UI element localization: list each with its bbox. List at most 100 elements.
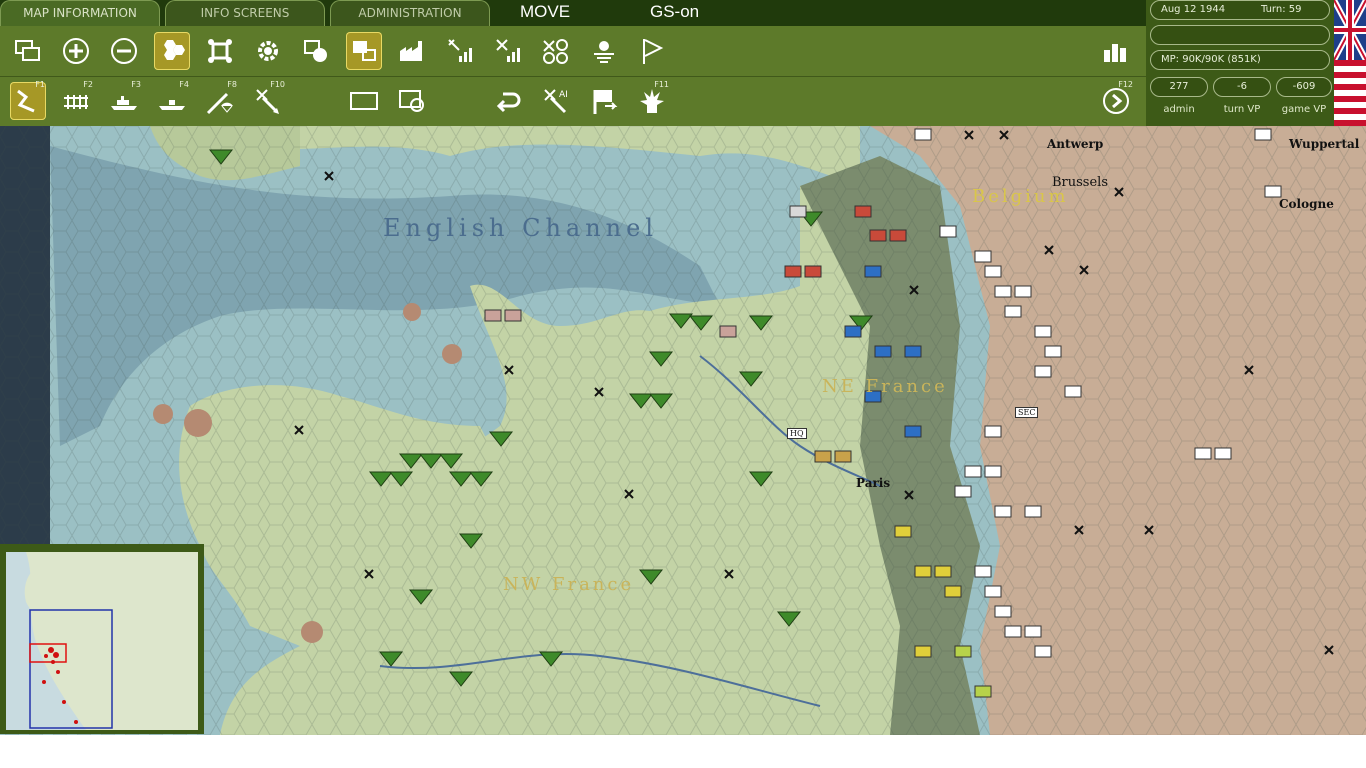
flag-end-icon: [593, 90, 618, 114]
ai-label: AI: [559, 90, 568, 100]
minimap[interactable]: [0, 544, 204, 734]
air-strength-button[interactable]: [442, 32, 478, 70]
rectangle-icon: [350, 92, 378, 110]
f8-key-label: F8: [227, 80, 237, 89]
admin-value: 277: [1169, 81, 1189, 92]
label-antwerp: Antwerp: [1047, 137, 1104, 151]
label-english-channel: English Channel: [383, 214, 659, 242]
transport-ship-icon: [159, 100, 185, 110]
amphibious-button[interactable]: F4: [154, 80, 190, 120]
bottom-blank-area: [0, 735, 1366, 768]
naval-move-button[interactable]: F3: [106, 80, 142, 120]
tab-administration[interactable]: ADMINISTRATION: [330, 0, 490, 26]
rail-move-button[interactable]: F2: [58, 80, 94, 120]
zoom-in-icon: [63, 38, 89, 64]
zoom-in-button[interactable]: [58, 32, 94, 70]
air-recon-button[interactable]: [538, 32, 574, 70]
settings-gear-icon: [258, 41, 278, 61]
date-label: Aug 12 1944: [1161, 4, 1226, 15]
minimap-graphic: [6, 552, 198, 730]
message-bar[interactable]: [1150, 25, 1330, 45]
production-icon: [400, 41, 422, 61]
undo-icon: [496, 92, 521, 113]
f1-key-label: F1: [35, 80, 45, 89]
frame-select-button[interactable]: [394, 82, 430, 120]
label-brussels: Brussels: [1052, 175, 1109, 190]
hex-grid-button[interactable]: [154, 32, 190, 70]
parachute-icon: [206, 92, 233, 115]
game-vp-caption: game VP: [1281, 104, 1327, 115]
admin-points: 277: [1150, 77, 1208, 97]
f3-key-label: F3: [131, 80, 141, 89]
status-panel: Aug 12 1944 Turn: 59 MP: 90K/90K (851K) …: [1146, 0, 1334, 126]
main-toolbar: F1 F2 F3 F4 F8 F10 AI F11 F12: [0, 26, 1146, 126]
turn-label: Turn: 59: [1261, 4, 1302, 15]
windows-icon: [15, 40, 40, 61]
top-tab-bar: MAP INFORMATION INFO SCREENS ADMINISTRAT…: [0, 0, 1146, 26]
unit-frame-button[interactable]: [202, 32, 238, 70]
air-range-button[interactable]: [490, 32, 526, 70]
tab-info-screens[interactable]: INFO SCREENS: [165, 0, 325, 26]
undo-button[interactable]: [490, 82, 526, 120]
turn-vp-caption: turn VP: [1223, 104, 1261, 115]
supply-overlay-icon: [353, 41, 376, 61]
label-ne-france: NE France: [822, 376, 948, 397]
label-cologne: Cologne: [1279, 197, 1334, 211]
move-unit-button[interactable]: F1: [10, 80, 46, 120]
sec-counter[interactable]: SEC: [1015, 407, 1039, 418]
label-wuppertal: Wuppertal: [1289, 137, 1360, 151]
turn-vp-value: -6: [1237, 81, 1247, 92]
unit-circle-button[interactable]: [298, 32, 334, 70]
path-arrow-icon: [17, 89, 35, 113]
end-phase-button[interactable]: [586, 82, 622, 120]
explosion-icon: [640, 89, 664, 113]
hq-counter[interactable]: HQ: [787, 428, 807, 439]
flag-button[interactable]: [634, 32, 670, 70]
mp-label: MP: 90K/90K (851K): [1161, 54, 1261, 65]
ship-icon: [111, 96, 137, 110]
air-recon-icon: [543, 39, 568, 64]
combat-button[interactable]: F11: [634, 80, 670, 120]
hex-grid-icon: [164, 40, 185, 60]
game-vp: -609: [1276, 77, 1332, 97]
frame-select-icon: [399, 90, 424, 112]
game-map[interactable]: English Channel NW France NE France Belg…: [0, 126, 1366, 735]
zoom-out-button[interactable]: [106, 32, 142, 70]
toolbar-row-2: F1 F2 F3 F4 F8 F10 AI F11 F12: [0, 76, 1146, 126]
unit-circle-icon: [304, 40, 327, 62]
air-attack-button[interactable]: F10: [250, 80, 286, 120]
air-range-icon: [496, 39, 520, 62]
f11-key-label: F11: [654, 80, 669, 89]
gs-status-label[interactable]: GS-on: [650, 0, 699, 26]
mp-display: MP: 90K/90K (851K): [1150, 50, 1330, 70]
supply-overlay-button[interactable]: [346, 32, 382, 70]
f4-key-label: F4: [179, 80, 189, 89]
stats-button[interactable]: [1098, 32, 1134, 70]
toolbar-row-1: [0, 26, 1146, 77]
air-attack-icon: [256, 89, 279, 114]
settings-button[interactable]: [250, 32, 286, 70]
production-button[interactable]: [394, 32, 430, 70]
admin-caption: admin: [1163, 104, 1195, 115]
date-turn-display: Aug 12 1944 Turn: 59: [1150, 0, 1330, 20]
weather-icon: [594, 41, 614, 63]
turn-vp: -6: [1213, 77, 1271, 97]
flag-icon: [643, 39, 664, 64]
f12-key-label: F12: [1118, 80, 1133, 89]
ai-attack-button[interactable]: AI: [538, 82, 574, 120]
end-turn-button[interactable]: F12: [1098, 80, 1134, 120]
select-rect-button[interactable]: [346, 82, 382, 120]
tab-map-information[interactable]: MAP INFORMATION: [0, 0, 160, 26]
play-circle-icon: [1103, 88, 1129, 114]
game-vp-value: -609: [1292, 81, 1316, 92]
f10-key-label: F10: [270, 80, 285, 89]
minimap-view[interactable]: [6, 552, 198, 730]
paradrop-button[interactable]: F8: [202, 80, 238, 120]
label-nw-france: NW France: [503, 574, 635, 595]
bar-chart-icon: [1104, 44, 1126, 62]
weather-button[interactable]: [586, 32, 622, 70]
f2-key-label: F2: [83, 80, 93, 89]
zoom-out-icon: [111, 38, 137, 64]
windows-button[interactable]: [10, 32, 46, 70]
mode-move-label[interactable]: MOVE: [520, 0, 570, 26]
